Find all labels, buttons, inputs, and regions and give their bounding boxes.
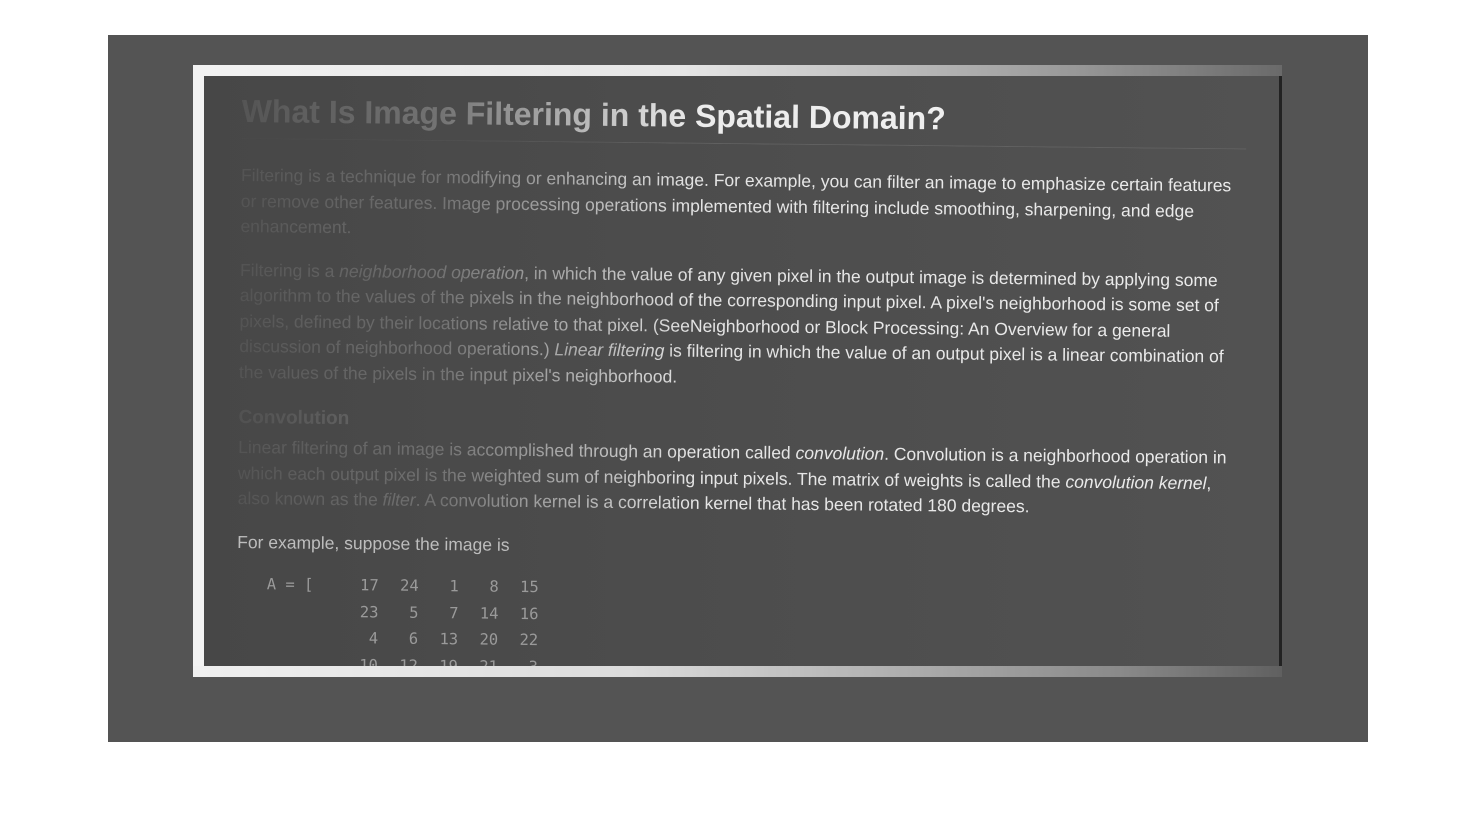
para3-emphasis-filter: filter: [382, 489, 416, 510]
matrix-cell: 5: [409, 603, 419, 622]
matrix-cell: 16: [519, 604, 539, 623]
matrix-cell: 8: [489, 577, 499, 596]
matrix-cell: 6: [408, 629, 419, 648]
para2-text-a: Filtering is a: [239, 259, 340, 281]
matrix-cell: 13: [439, 630, 459, 649]
matrix-cell: 21: [458, 653, 498, 666]
matrix-cell: 15: [519, 577, 539, 597]
para3-emphasis-convolution: convolution: [795, 442, 885, 464]
matrix-cell: 10: [359, 655, 379, 666]
para3-text-d: . A convolution kernel is a correlation …: [415, 489, 1030, 517]
matrix-cell: 23: [359, 602, 379, 621]
intro-paragraph: Filtering is a technique for modifying o…: [240, 164, 1232, 238]
para2-emphasis-linear-filtering: Linear filtering: [554, 339, 665, 361]
matrix-cell: 1: [449, 577, 459, 596]
page-title: What Is Image Filtering in the Spatial D…: [241, 84, 1247, 150]
para3-emphasis-convolution-kernel: convolution kernel: [1065, 471, 1207, 493]
matrix-cell: 14: [479, 604, 499, 623]
matrix-cell: 4: [368, 629, 379, 648]
matrix-cell: 22: [519, 630, 539, 650]
para3-text-a: Linear filtering of an image is accompli…: [238, 436, 796, 463]
matrix-label: A = [: [266, 575, 314, 594]
matrix-cell: 12: [399, 656, 419, 666]
convolution-paragraph: Linear filtering of an image is accompli…: [238, 435, 1249, 522]
para2-emphasis-neighborhood-operation: neighborhood operation: [339, 260, 525, 283]
matrix-cell: 17: [359, 576, 379, 595]
document-page: What Is Image Filtering in the Spatial D…: [204, 76, 1282, 666]
document-photo: What Is Image Filtering in the Spatial D…: [193, 65, 1282, 677]
matrix-cell: 20: [479, 630, 499, 649]
matrix-cell: 3: [498, 653, 538, 666]
page-edge-shadow: [1279, 76, 1282, 666]
matrix-a: A = [ 17 24 1 8 15 23 5 7 14 16 4 6 13 2…: [266, 571, 1247, 666]
matrix-cell: 7: [449, 603, 459, 622]
matrix-cell: 24: [399, 576, 419, 595]
neighborhood-paragraph: Filtering is a neighborhood operation, i…: [239, 257, 1250, 395]
example-paragraph: For example, suppose the image is: [237, 531, 510, 555]
document-content: What Is Image Filtering in the Spatial D…: [236, 84, 1252, 666]
matrix-cell: 19: [439, 656, 459, 666]
page-bottom-border: [193, 666, 1282, 677]
